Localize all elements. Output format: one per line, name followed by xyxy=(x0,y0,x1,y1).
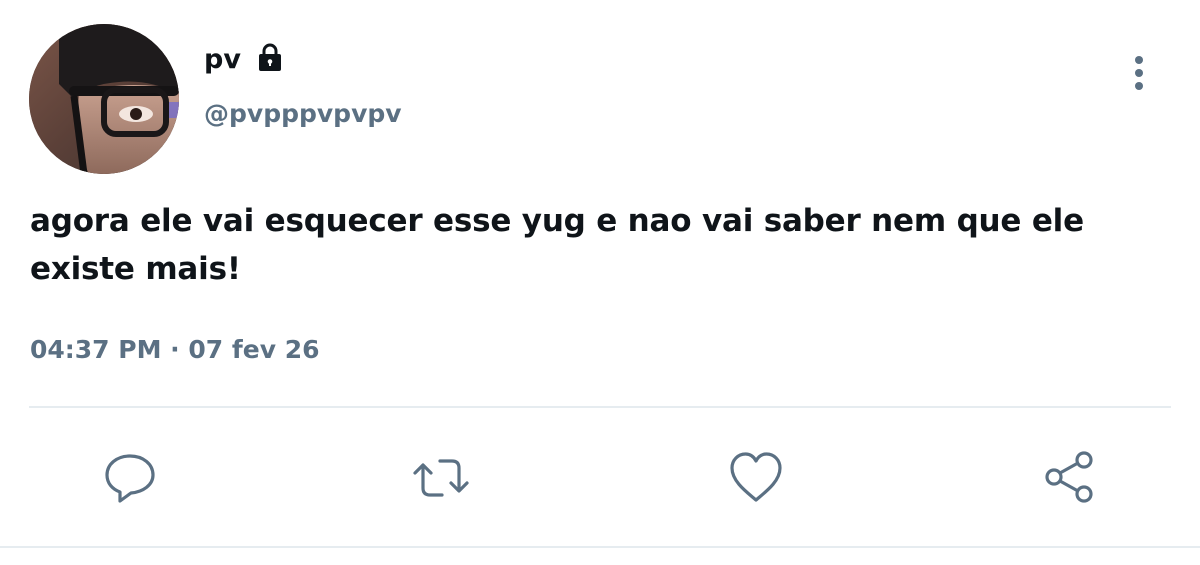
retweet-icon xyxy=(413,459,469,497)
tweet-timestamp[interactable]: 04:37 PM · 07 fev 26 xyxy=(30,330,320,370)
display-name[interactable]: pv xyxy=(204,40,241,80)
avatar[interactable] xyxy=(29,24,179,174)
share-icon xyxy=(1045,451,1093,503)
reply-icon xyxy=(105,454,155,503)
share-button[interactable] xyxy=(1040,448,1100,508)
avatar-photo xyxy=(29,24,179,174)
heart-icon xyxy=(730,452,782,502)
more-vertical-icon[interactable] xyxy=(1124,52,1154,94)
bottom-divider xyxy=(0,546,1200,548)
divider xyxy=(29,406,1171,408)
lock-icon xyxy=(259,43,281,71)
username-handle[interactable]: @pvpppvpvpv xyxy=(204,96,402,132)
retweet-button[interactable] xyxy=(411,448,471,508)
like-button[interactable] xyxy=(726,448,786,508)
tweet-text: agora ele vai esquecer esse yug e nao va… xyxy=(30,203,1084,287)
reply-button[interactable] xyxy=(100,448,160,508)
